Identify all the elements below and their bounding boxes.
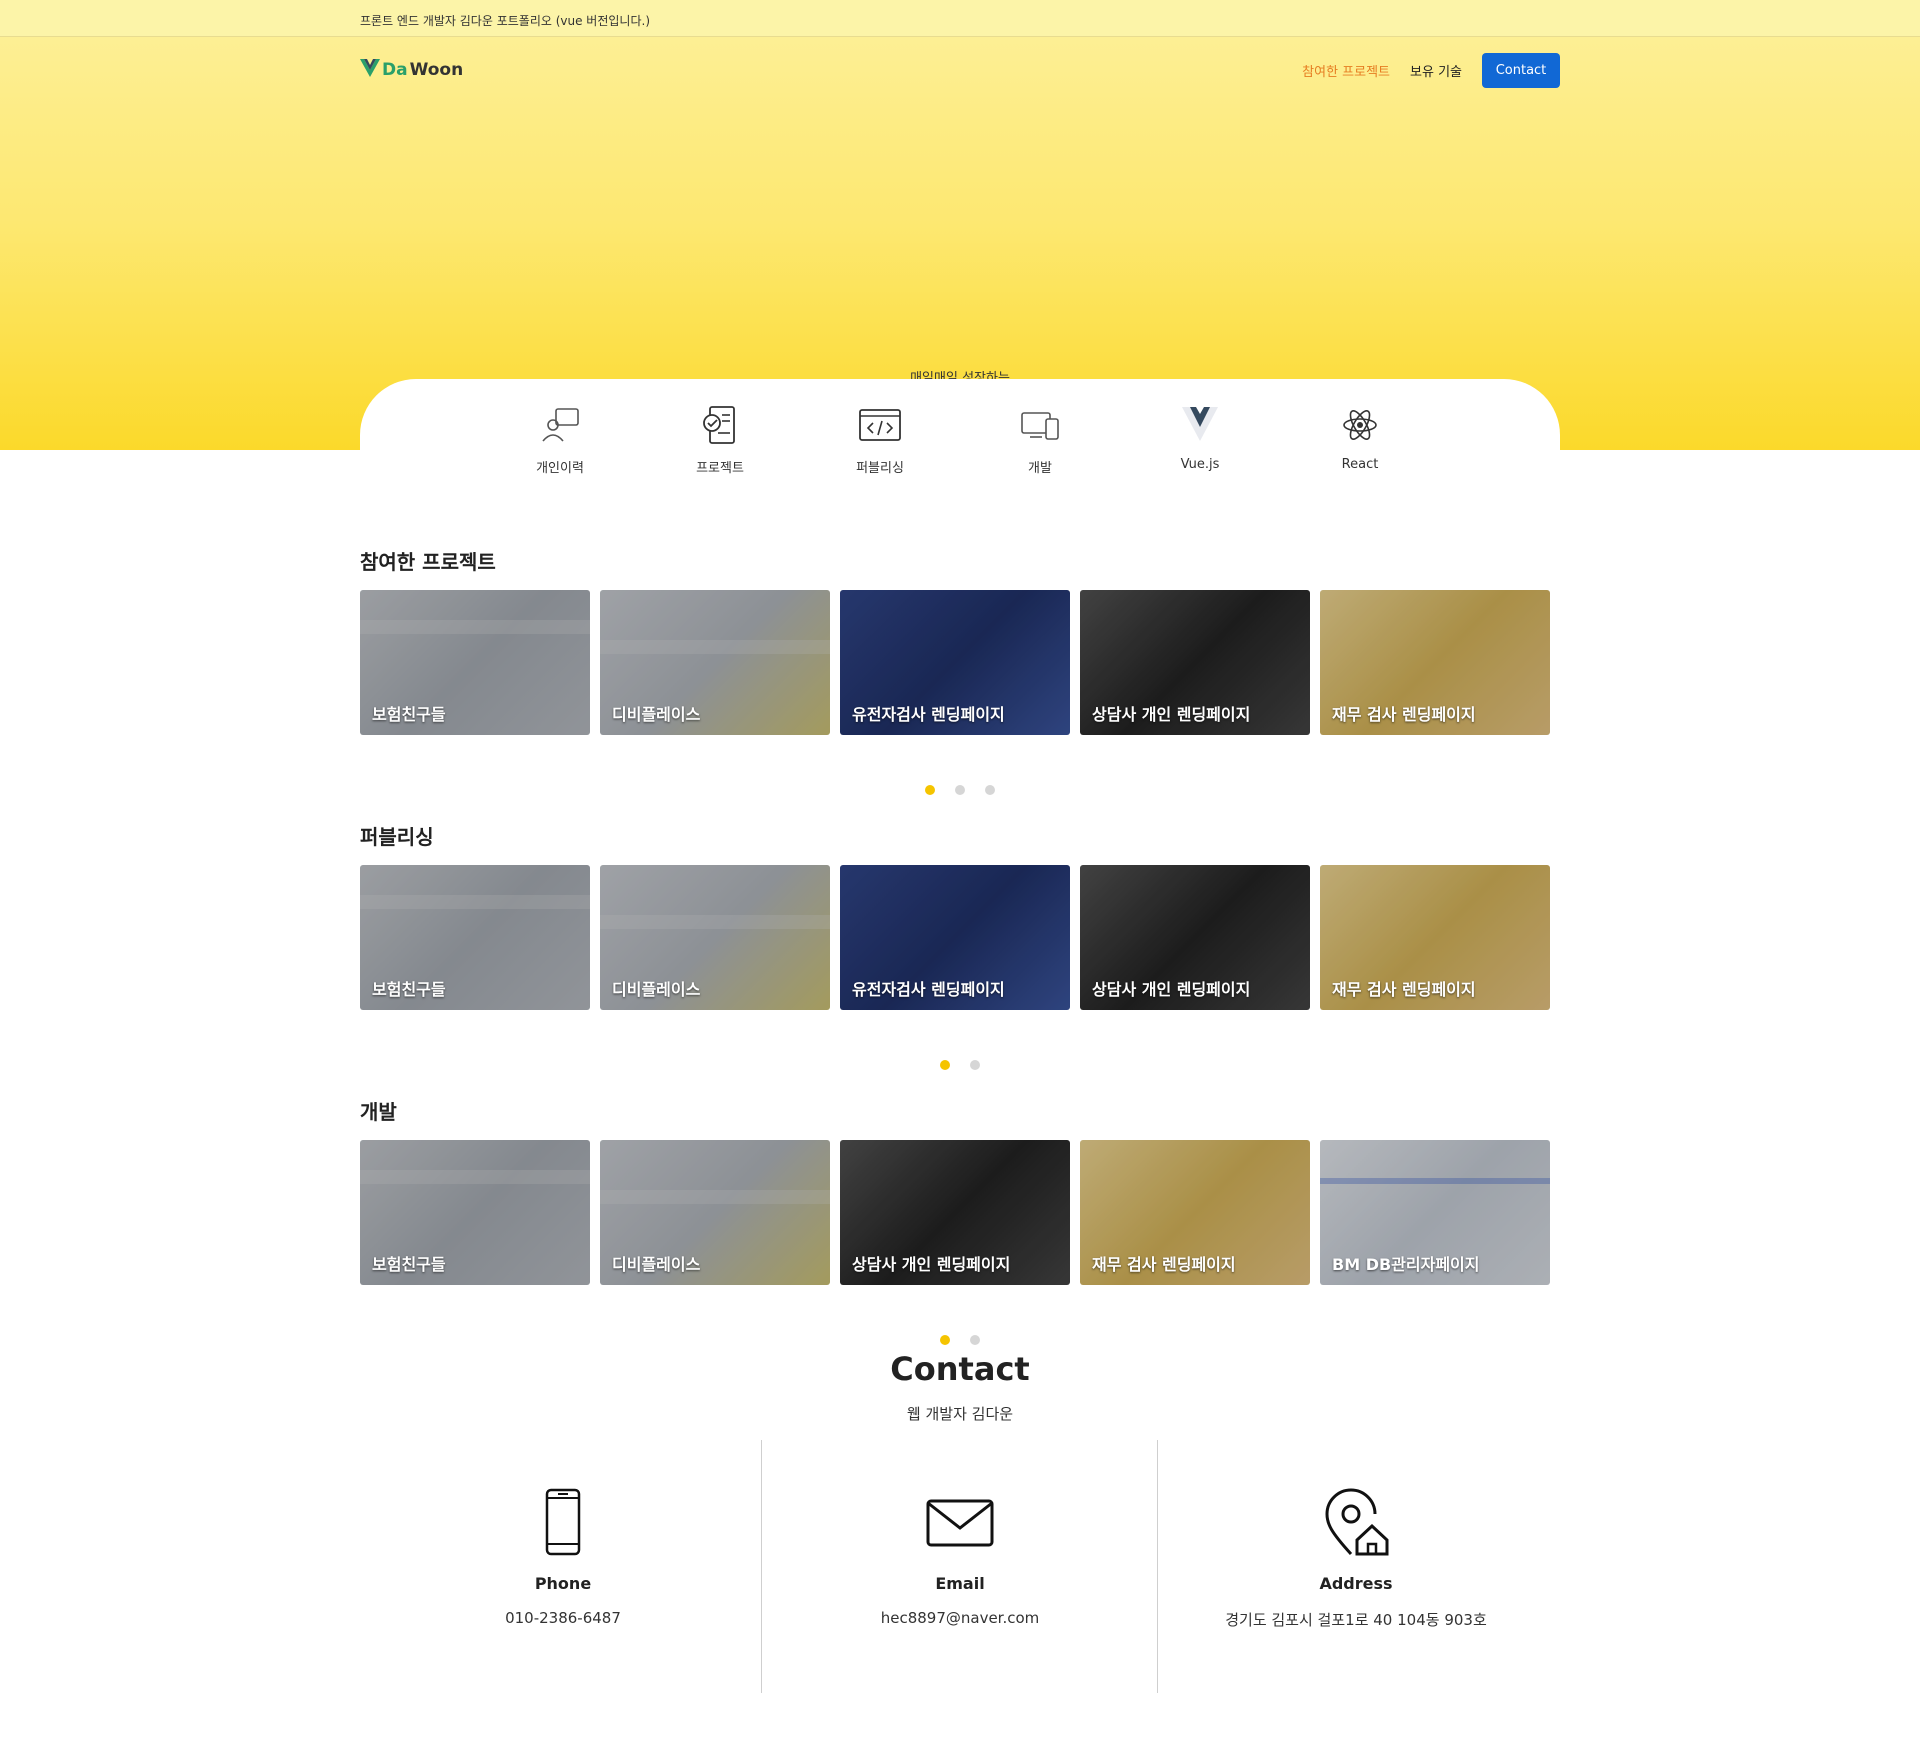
card-title: 디비플레이스: [612, 980, 701, 999]
project-card[interactable]: 유전자검사 렌딩페이지: [840, 590, 1070, 735]
category-development[interactable]: 개발: [980, 405, 1100, 476]
category-label: 개인이력: [536, 461, 584, 476]
category-label: 개발: [1028, 461, 1052, 476]
top-bar: 프론트 엔드 개발자 김다운 포트폴리오 (vue 버전입니다.): [0, 0, 1920, 37]
contact-label: Phone: [534, 1574, 592, 1593]
carousel-dot[interactable]: [985, 785, 995, 795]
logo-text-da: Da: [382, 60, 408, 80]
card-title: 보험친구들: [372, 705, 446, 724]
project-card[interactable]: 재무 검사 렌딩페이지: [1320, 590, 1550, 735]
publishing-card[interactable]: 재무 검사 렌딩페이지: [1320, 865, 1550, 1010]
location-home-icon: [1325, 1488, 1389, 1556]
card-title: 유전자검사 렌딩페이지: [852, 705, 1005, 724]
react-icon: [1343, 410, 1377, 440]
contact-label: Email: [935, 1574, 985, 1593]
card-title: BM DB관리자페이지: [1332, 1255, 1480, 1274]
development-card[interactable]: 디비플레이스: [600, 1140, 830, 1285]
card-title: 디비플레이스: [612, 705, 701, 724]
category-label: 프로젝트: [696, 461, 744, 476]
logo[interactable]: Da Woon: [360, 58, 463, 82]
development-card[interactable]: 재무 검사 렌딩페이지: [1080, 1140, 1310, 1285]
carousel-dot[interactable]: [970, 1335, 980, 1345]
category-panel: 개인이력 프로젝트 퍼블리싱 개발 Vue.js React: [360, 379, 1560, 509]
carousel-dot[interactable]: [970, 1060, 980, 1070]
carousel-dot[interactable]: [925, 785, 935, 795]
logo-text-woon: Woon: [409, 60, 464, 80]
project-card[interactable]: 상담사 개인 렌딩페이지: [1080, 590, 1310, 735]
publishing-card[interactable]: 디비플레이스: [600, 865, 830, 1010]
category-label: Vue.js: [1180, 457, 1220, 472]
mail-icon: [926, 1499, 994, 1547]
checklist-icon: [703, 406, 735, 444]
category-profile[interactable]: 개인이력: [500, 405, 620, 476]
nav-skills[interactable]: 보유 기술: [1410, 61, 1462, 80]
category-publishing[interactable]: 퍼블리싱: [820, 405, 940, 476]
carousel-dots-publishing: [940, 1060, 980, 1070]
carousel-dot[interactable]: [940, 1335, 950, 1345]
card-title: 보험친구들: [372, 980, 446, 999]
development-card[interactable]: BM DB관리자페이지: [1320, 1140, 1550, 1285]
contact-address: Address 경기도 김포시 걸포1로 40 104동 903호: [1158, 1440, 1554, 1693]
publishing-card[interactable]: 유전자검사 렌딩페이지: [840, 865, 1070, 1010]
category-label: React: [1341, 457, 1379, 472]
section-title-development: 개발: [360, 1100, 397, 1124]
publishing-card[interactable]: 보험친구들: [360, 865, 590, 1010]
person-chat-icon: [542, 408, 579, 442]
main-nav: 참여한 프로젝트 보유 기술 Contact: [1302, 53, 1560, 88]
carousel-dots-development: [940, 1335, 980, 1345]
card-title: 재무 검사 렌딩페이지: [1332, 980, 1476, 999]
development-card[interactable]: 상담사 개인 렌딩페이지: [840, 1140, 1070, 1285]
carousel-dot[interactable]: [955, 785, 965, 795]
card-title: 재무 검사 렌딩페이지: [1092, 1255, 1236, 1274]
carousel-dot[interactable]: [940, 1060, 950, 1070]
category-projects[interactable]: 프로젝트: [660, 405, 780, 476]
card-title: 유전자검사 렌딩페이지: [852, 980, 1005, 999]
contact-value[interactable]: 010-2386-6487: [365, 1609, 761, 1627]
section-title-publishing: 퍼블리싱: [360, 825, 434, 849]
contact-email: Email hec8897@naver.com: [762, 1440, 1158, 1693]
card-title: 상담사 개인 렌딩페이지: [852, 1255, 1011, 1274]
section-title-projects: 참여한 프로젝트: [360, 550, 496, 574]
contact-value: 경기도 김포시 걸포1로 40 104동 903호: [1225, 1611, 1487, 1629]
card-title: 보험친구들: [372, 1255, 446, 1274]
contact-title: Contact: [890, 1350, 1030, 1388]
project-card[interactable]: 보험친구들: [360, 590, 590, 735]
publishing-card[interactable]: 상담사 개인 렌딩페이지: [1080, 865, 1310, 1010]
top-bar-text: 프론트 엔드 개발자 김다운 포트폴리오 (vue 버전입니다.): [360, 14, 650, 28]
category-vue[interactable]: Vue.js: [1140, 405, 1260, 472]
card-title: 상담사 개인 렌딩페이지: [1092, 705, 1251, 724]
development-card[interactable]: 보험친구들: [360, 1140, 590, 1285]
vue-icon: [1182, 407, 1218, 441]
contact-button[interactable]: Contact: [1482, 53, 1560, 88]
contact-value[interactable]: hec8897@naver.com: [762, 1609, 1158, 1627]
phone-icon: [545, 1488, 581, 1556]
project-card[interactable]: 디비플레이스: [600, 590, 830, 735]
card-title: 재무 검사 렌딩페이지: [1332, 705, 1476, 724]
devices-icon: [1021, 412, 1059, 440]
code-window-icon: [859, 409, 901, 441]
contact-subtitle: 웹 개발자 김다운: [906, 1405, 1014, 1423]
nav-projects[interactable]: 참여한 프로젝트: [1302, 61, 1390, 80]
vue-logo-icon: [360, 58, 380, 82]
card-title: 디비플레이스: [612, 1255, 701, 1274]
contact-phone: Phone 010-2386-6487: [365, 1440, 761, 1693]
category-react[interactable]: React: [1300, 405, 1420, 472]
card-title: 상담사 개인 렌딩페이지: [1092, 980, 1251, 999]
carousel-dots-projects: [925, 785, 995, 795]
category-label: 퍼블리싱: [856, 461, 904, 476]
contact-label: Address: [1319, 1574, 1393, 1593]
